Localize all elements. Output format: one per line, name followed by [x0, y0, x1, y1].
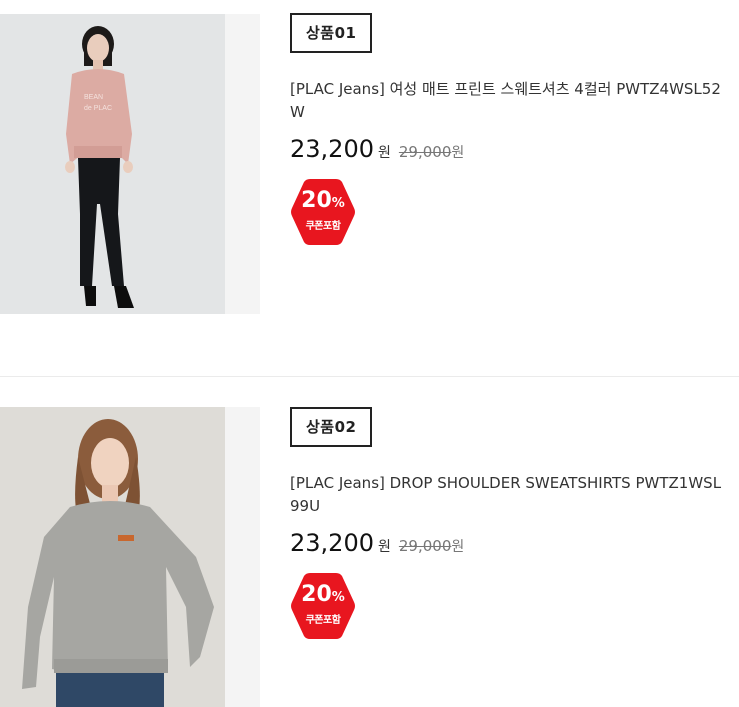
- currency-unit: 원: [377, 539, 391, 555]
- discount-label: 쿠폰포함: [305, 221, 341, 232]
- product-info: 상품01 [PLAC Jeans] 여성 매트 프린트 스웨트셔츠 4컬러 PW…: [290, 13, 730, 247]
- product-title[interactable]: [PLAC Jeans] 여성 매트 프린트 스웨트셔츠 4컬러 PWTZ4WS…: [290, 78, 722, 124]
- price-row: 23,200 원 29,000 원: [290, 529, 730, 563]
- sale-price: 23,200: [290, 135, 374, 163]
- svg-text:BEAN: BEAN: [84, 94, 103, 101]
- original-price: 29,000: [398, 537, 452, 555]
- product-card[interactable]: 상품02 [PLAC Jeans] DROP SHOULDER SWEATSHI…: [0, 376, 739, 707]
- sale-price: 23,200: [290, 529, 374, 557]
- discount-badge: 20% 쿠폰포함: [290, 177, 356, 247]
- product-image[interactable]: BEAN de PLAC: [0, 14, 260, 314]
- discount-label: 쿠폰포함: [305, 615, 341, 626]
- currency-unit: 원: [377, 145, 391, 161]
- discount-percent: 20%: [301, 582, 345, 607]
- product-card[interactable]: BEAN de PLAC 상품01 [PLAC Jeans] 여성 매트 프린트…: [0, 0, 739, 376]
- svg-text:de PLAC: de PLAC: [84, 105, 112, 112]
- product-number-badge: 상품01: [290, 13, 373, 53]
- discount-badge: 20% 쿠폰포함: [290, 571, 356, 641]
- product-info: 상품02 [PLAC Jeans] DROP SHOULDER SWEATSHI…: [290, 407, 730, 641]
- price-row: 23,200 원 29,000 원: [290, 135, 730, 169]
- product-number-badge: 상품02: [290, 407, 373, 447]
- product-title[interactable]: [PLAC Jeans] DROP SHOULDER SWEATSHIRTS P…: [290, 472, 722, 518]
- original-currency-unit: 원: [451, 145, 465, 161]
- original-price: 29,000: [398, 143, 452, 161]
- original-currency-unit: 원: [451, 539, 465, 555]
- product-image[interactable]: [0, 407, 260, 707]
- discount-percent: 20%: [301, 188, 345, 213]
